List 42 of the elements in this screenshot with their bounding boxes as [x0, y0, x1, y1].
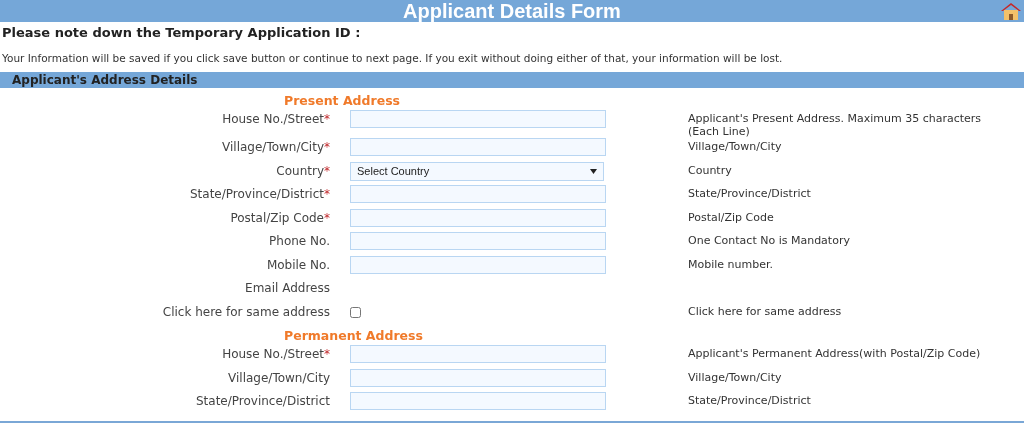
field-label: State/Province/District*	[189, 186, 330, 203]
field-hint: Village/Town/City	[688, 140, 782, 153]
field-hint: Postal/Zip Code	[688, 210, 774, 224]
field-label: Click here for same address	[161, 303, 330, 321]
subsection-heading: Present Address	[283, 92, 402, 110]
field-hint: Country	[688, 163, 732, 177]
field-label: Country*	[275, 162, 330, 180]
text-field[interactable]	[350, 110, 606, 128]
section-title: Applicant's Address Details	[12, 73, 198, 87]
text-field[interactable]	[350, 368, 606, 387]
form-title: Applicant Details Form	[403, 0, 621, 23]
text-field[interactable]	[350, 392, 606, 410]
same-address-checkbox[interactable]	[350, 306, 361, 318]
text-field[interactable]	[350, 138, 606, 156]
home-icon[interactable]	[1000, 2, 1022, 20]
field-label: Postal/Zip Code*	[229, 209, 330, 227]
text-field[interactable]	[350, 208, 606, 227]
text-field[interactable]	[350, 345, 606, 363]
field-hint: Mobile number.	[688, 257, 773, 271]
field-label: Phone No.	[268, 233, 330, 250]
text-field[interactable]	[350, 232, 606, 250]
field-label: State/Province/District	[195, 393, 330, 410]
field-label: Village/Town/City	[227, 369, 330, 387]
info-text: Your Information will be saved if you click save button or continue to next page. If you exit without doing either of that, your information will be lost.	[1, 51, 784, 66]
field-label: House No./Street*	[221, 111, 330, 128]
country-dropdown[interactable]: Select Country	[350, 161, 604, 181]
field-label: House No./Street*	[221, 346, 330, 363]
field-hint: State/Province/District	[688, 187, 811, 200]
text-field[interactable]	[350, 255, 606, 274]
subsection-heading: Permanent Address	[283, 327, 424, 345]
field-label: Mobile No.	[265, 256, 330, 274]
field-label: Village/Town/City*	[221, 139, 330, 156]
text-field[interactable]	[350, 185, 606, 203]
field-hint: Click here for same address	[688, 304, 842, 318]
notice-text: Please note down the Temporary Application ID :	[1, 24, 362, 42]
field-hint: Applicant's Present Address. Maximum 35 characters (Each Line)	[688, 112, 982, 138]
field-label: Email Address	[244, 280, 330, 297]
field-hint: Village/Town/City	[688, 370, 782, 384]
field-hint: One Contact No is Mandatory	[688, 234, 850, 247]
caret-icon	[590, 168, 597, 174]
field-hint: Applicant's Permanent Address(with Postal/Zip Code)	[688, 347, 981, 360]
field-hint: State/Province/District	[688, 394, 811, 407]
